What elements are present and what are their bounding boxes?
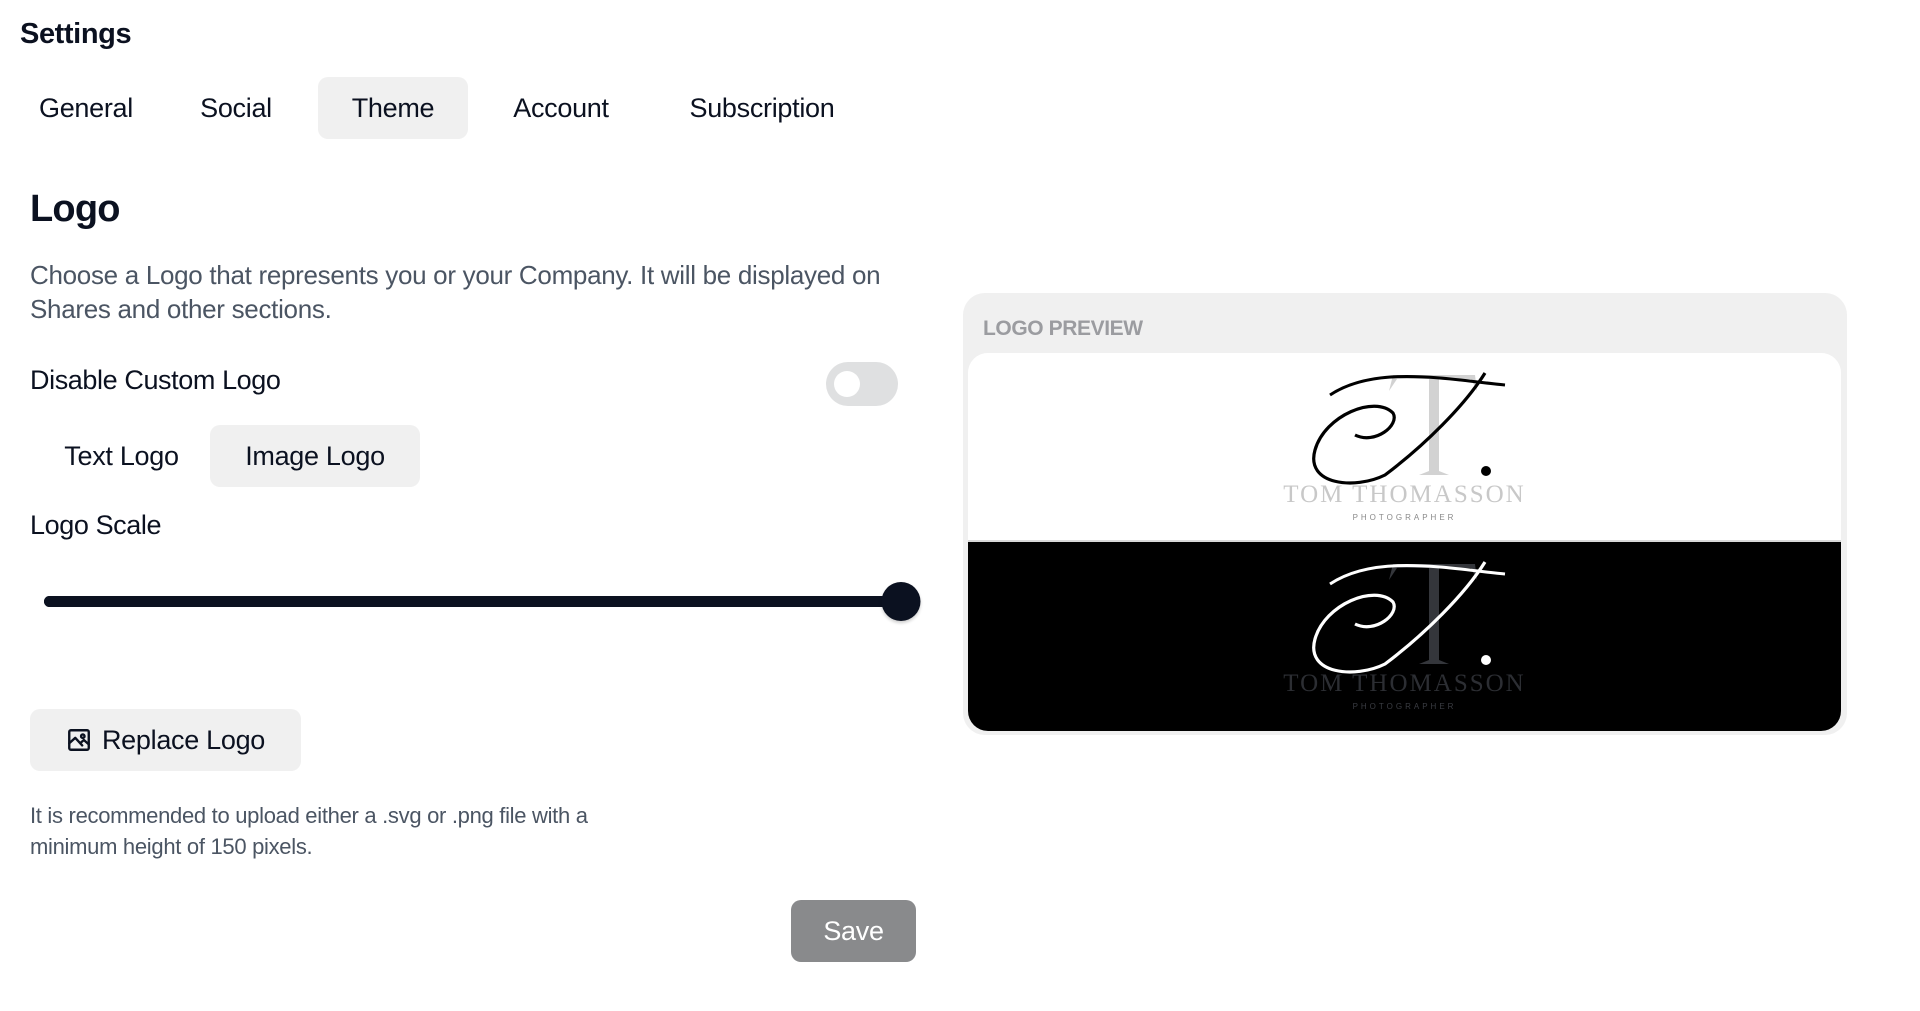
logo-subtitle-dark: PHOTOGRAPHER (1352, 702, 1457, 711)
logo-name-dark: TOM THOMASSON (1283, 670, 1526, 697)
text-logo-button[interactable]: Text Logo (30, 425, 213, 487)
toggle-knob (834, 371, 860, 397)
save-button[interactable]: Save (791, 900, 916, 962)
replace-logo-button[interactable]: Replace Logo (30, 709, 301, 771)
settings-tabs: General Social Theme Account Subscriptio… (18, 77, 872, 139)
logo-scale-label: Logo Scale (30, 510, 162, 540)
disable-custom-logo-label: Disable Custom Logo (30, 365, 281, 395)
tab-social[interactable]: Social (154, 77, 318, 139)
tab-account[interactable]: Account (470, 77, 652, 139)
tab-subscription[interactable]: Subscription (652, 77, 872, 139)
tab-general[interactable]: General (18, 77, 154, 139)
logo-preview-dark: TOM THOMASSON PHOTOGRAPHER (968, 542, 1841, 731)
page-title: Settings (20, 18, 132, 50)
tab-theme[interactable]: Theme (318, 77, 468, 139)
logo-scale-slider[interactable] (44, 580, 921, 622)
logo-monogram-dark (1311, 561, 1505, 674)
logo-preview-light: TOM THOMASSON PHOTOGRAPHER (968, 353, 1841, 542)
replace-logo-label: Replace Logo (101, 724, 266, 755)
logo-type-selector: Text Logo Image Logo (30, 425, 420, 487)
logo-monogram-light (1311, 372, 1505, 485)
logo-preview-card: TOM THOMASSON PHOTOGRAPHER TOM THOMASSON… (968, 353, 1841, 731)
logo-preview-panel: LOGO PREVIEW TOM THOMASSON PHOTOGRAPHER (963, 293, 1847, 735)
section-title: Logo (30, 188, 120, 230)
slider-thumb[interactable] (881, 582, 921, 621)
logo-name-light: TOM THOMASSON (1283, 481, 1526, 508)
disable-custom-logo-toggle[interactable] (826, 362, 898, 406)
logo-preview-label: LOGO PREVIEW (983, 317, 1143, 340)
image-logo-button[interactable]: Image Logo (210, 425, 420, 487)
logo-subtitle-light: PHOTOGRAPHER (1352, 513, 1457, 522)
section-description: Choose a Logo that represents you or you… (30, 260, 881, 324)
upload-hint: It is recommended to upload either a .sv… (30, 803, 588, 859)
image-icon (68, 729, 90, 751)
slider-fill (44, 596, 901, 607)
